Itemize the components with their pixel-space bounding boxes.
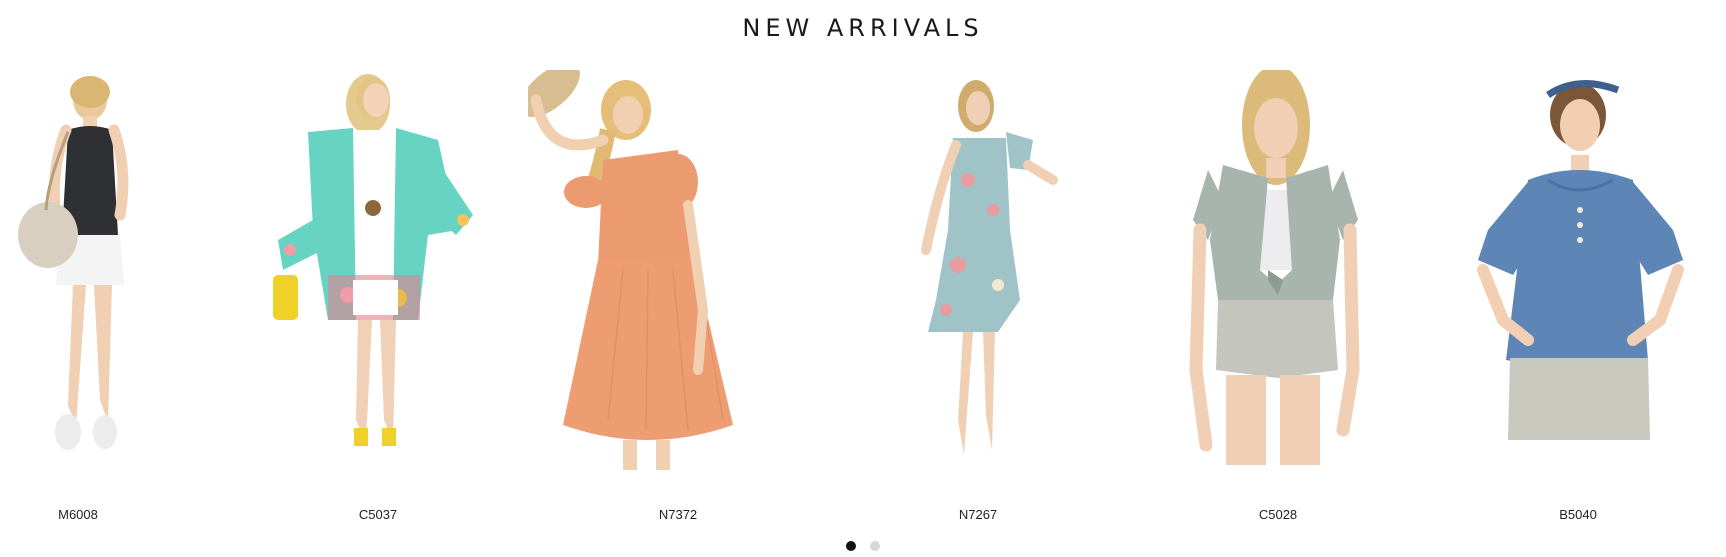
product-code[interactable]: M6008 [0,507,228,522]
product-card[interactable]: C5028 [1128,70,1428,530]
product-carousel[interactable]: M6008 C5037 N7372 N7267 C5028 B5040 [0,70,1726,530]
product-code[interactable]: B5040 [1428,507,1726,522]
product-card[interactable]: N7267 [828,70,1128,530]
product-code[interactable]: C5037 [228,507,528,522]
product-card[interactable]: N7372 [528,70,828,530]
product-image[interactable] [228,70,528,505]
product-image[interactable] [828,70,1128,505]
product-code[interactable]: N7372 [528,507,828,522]
product-image[interactable] [0,70,228,505]
carousel-pagination [0,541,1726,551]
product-image[interactable] [528,70,828,505]
product-code[interactable]: C5028 [1128,507,1428,522]
product-card[interactable]: C5037 [228,70,528,530]
product-image[interactable] [1128,70,1428,505]
product-image[interactable] [1428,70,1726,505]
product-code[interactable]: N7267 [828,507,1128,522]
section-title: NEW ARRIVALS [742,14,984,42]
product-card[interactable]: B5040 [1428,70,1726,530]
product-card[interactable]: M6008 [0,70,228,530]
carousel-dot-1[interactable] [846,541,856,551]
carousel-dot-2[interactable] [870,541,880,551]
